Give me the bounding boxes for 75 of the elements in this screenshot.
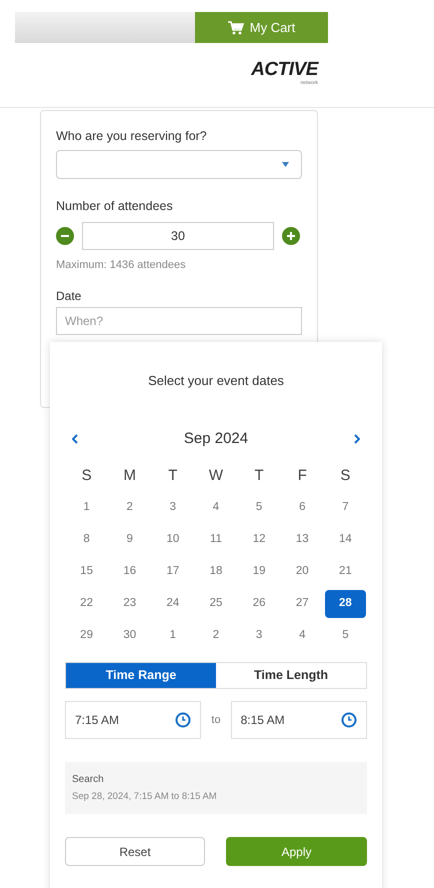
day-cell[interactable]: 14 [324,526,366,554]
summary-label: Search [72,772,105,787]
day-cell[interactable]: 2 [109,494,150,522]
weekday-label: F [296,466,308,486]
attendees-note: Maximum: 1436 attendees [56,258,187,272]
time-value: 7:15 AM [75,712,120,729]
mode-tab[interactable]: Time Range [66,663,216,688]
month-label: Sep 2024 [184,428,248,448]
field-label: Who are you reserving for? [56,128,208,145]
day-cell[interactable]: 6 [282,494,323,522]
day-cell[interactable]: 5 [324,622,366,650]
day-cell[interactable]: 25 [195,590,237,618]
weekday-label: S [339,466,352,486]
day-cell[interactable]: 19 [238,558,280,586]
popup-title: Select your event dates [148,372,284,390]
clock-icon[interactable] [341,712,357,728]
day-cell[interactable]: 27 [282,590,323,618]
day-cell[interactable]: 12 [238,526,280,554]
weekday-label: T [167,466,178,486]
summary-text: Sep 28, 2024, 7:15 AM to 8:15 AM [72,790,218,804]
day-cell[interactable]: 4 [282,622,323,650]
weekday-label: W [208,466,224,486]
time-value: 8:15 AM [240,712,285,729]
day-cell[interactable]: 13 [282,526,323,554]
dropdown-caret-icon [282,162,289,167]
chevron-left-icon [72,434,78,444]
separator-text: to [211,712,221,728]
reset-button[interactable]: Reset [65,837,205,866]
next-month-button[interactable] [352,432,362,446]
chevron-right-icon [354,434,360,444]
day-cell[interactable]: 21 [324,558,366,586]
increment-button[interactable] [282,226,300,244]
day-cell[interactable]: 23 [109,590,150,618]
apply-button[interactable]: Apply [226,837,367,866]
field-label: Date [56,288,82,305]
day-cell[interactable]: 29 [66,622,108,650]
date-field[interactable]: When? [56,307,302,335]
day-cell[interactable]: 4 [195,494,237,522]
day-cell[interactable]: 26 [238,590,280,618]
start-time-field[interactable]: 7:15 AM [65,701,202,739]
day-cell[interactable]: 5 [238,494,280,522]
day-cell[interactable]: 28 [324,590,366,618]
day-cell[interactable]: 10 [152,526,194,554]
day-cell[interactable]: 2 [195,622,237,650]
field-label: Number of attendees [56,198,174,215]
day-cell[interactable]: 8 [66,526,108,554]
minus-icon [61,234,69,236]
day-cell[interactable]: 30 [109,622,150,650]
weekday-label: S [80,466,93,486]
day-cell[interactable]: 11 [195,526,237,554]
day-cell[interactable]: 18 [195,558,237,586]
day-cell[interactable]: 20 [282,558,323,586]
weekday-label: M [122,466,137,486]
attendees-field[interactable]: 30 [82,222,274,250]
day-cell[interactable]: 3 [152,494,194,522]
day-cell[interactable]: 1 [66,494,108,522]
cart-button[interactable]: My Cart [195,12,328,43]
plus-icon [287,232,295,240]
day-cell[interactable]: 16 [109,558,150,586]
day-cell[interactable]: 1 [152,622,194,650]
day-cell[interactable]: 17 [152,558,194,586]
end-time-field[interactable]: 8:15 AM [230,701,367,739]
day-cell[interactable]: 3 [238,622,280,650]
cart-icon [228,20,244,34]
clock-icon[interactable] [175,712,192,728]
day-cell[interactable]: 24 [152,590,194,618]
decrement-button[interactable] [56,226,74,244]
dropdown-field[interactable] [56,150,302,179]
day-cell[interactable]: 22 [66,590,108,618]
previous-month-button[interactable] [70,432,80,446]
day-cell[interactable]: 9 [109,526,150,554]
day-cell[interactable]: 15 [66,558,108,586]
logo-text: ACTIVE [251,60,318,80]
day-cell[interactable]: 7 [324,494,366,522]
weekday-label: T [254,466,265,486]
